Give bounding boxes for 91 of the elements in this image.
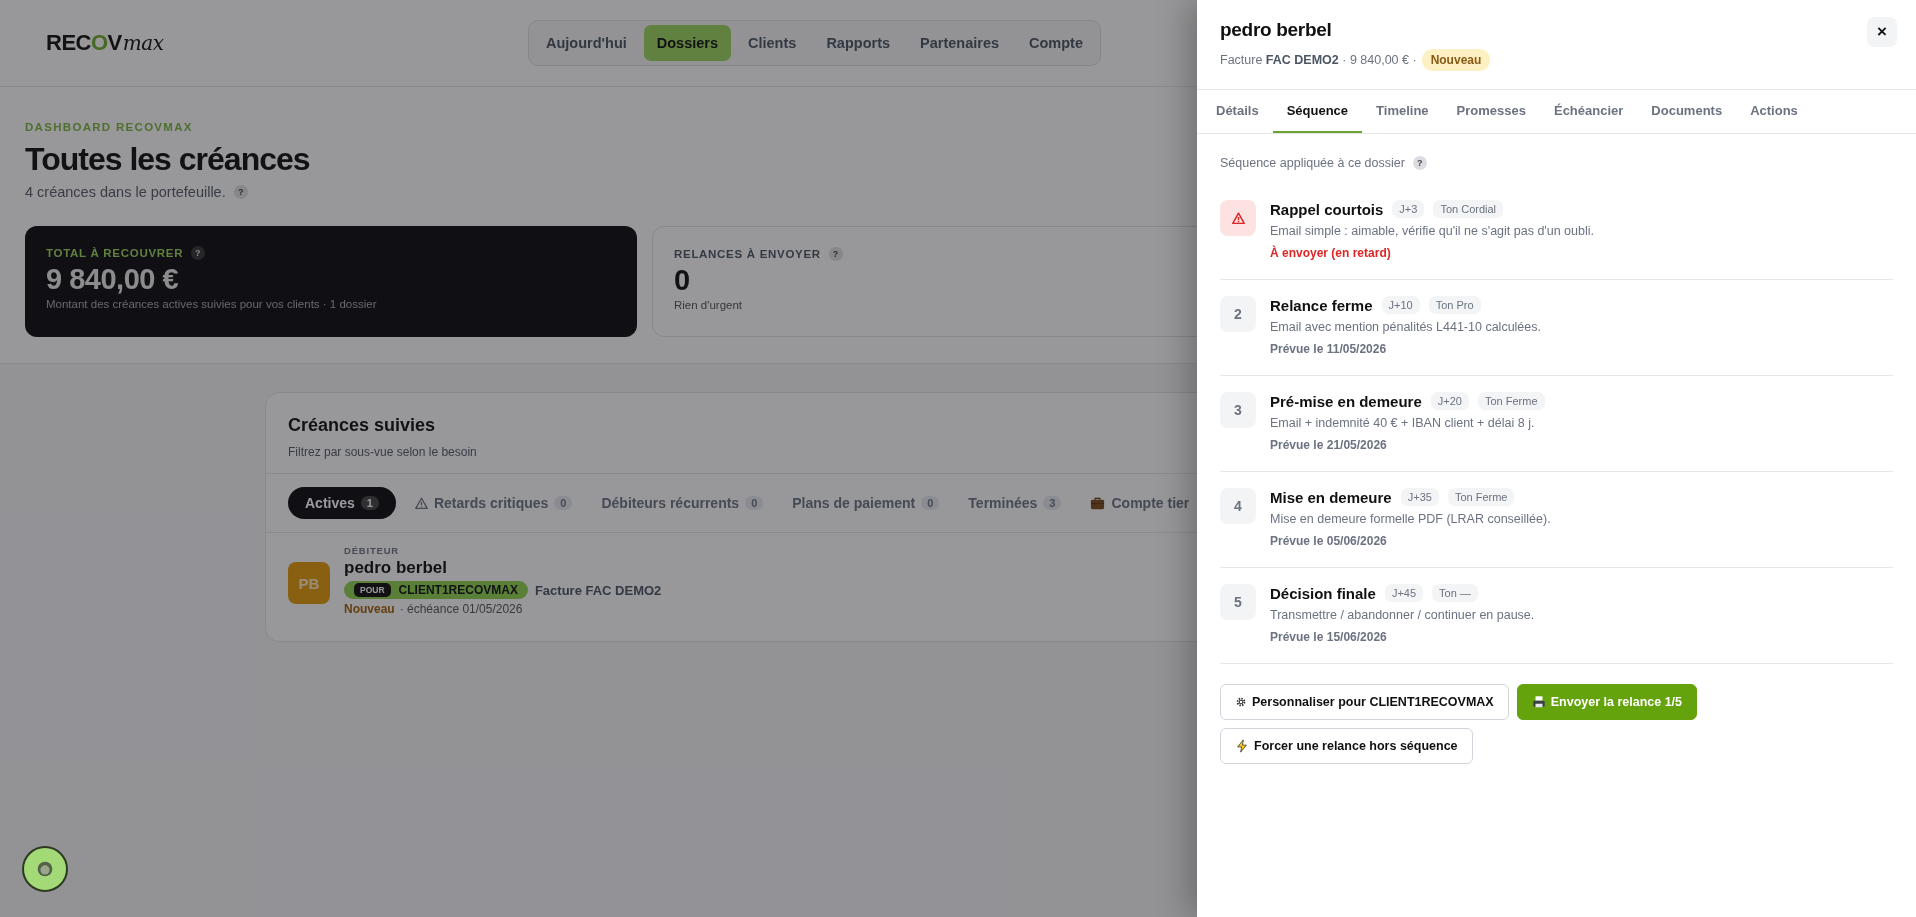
delay-tag: J+10 bbox=[1381, 296, 1420, 314]
gear-icon bbox=[1235, 696, 1247, 708]
panel-tab[interactable]: Échéancier bbox=[1539, 90, 1638, 133]
stat-label: RELANCES À ENVOYER bbox=[674, 248, 821, 260]
filter-tab[interactable]: Actives 1 bbox=[288, 487, 396, 519]
tone-tag: Ton Ferme bbox=[1477, 392, 1545, 410]
count-badge: 1 bbox=[360, 496, 379, 510]
nav-tab[interactable]: Partenaires bbox=[907, 25, 1013, 61]
stat-caption: Montant des créances actives suivies pour vos clients · 1 dossier bbox=[46, 298, 377, 310]
invoice-ref: Facture FAC DEMO2 bbox=[534, 582, 662, 598]
step-title: Pré-mise en demeure bbox=[1270, 392, 1422, 410]
step-status: Prévue le 11/05/2026 bbox=[1270, 342, 1388, 356]
invoice-summary: Facture FAC DEMO2 · 9 840,00 € · bbox=[1220, 53, 1417, 67]
nav-tab[interactable]: Rapports bbox=[813, 25, 904, 61]
warning-icon bbox=[1231, 211, 1245, 225]
panel-tab[interactable]: Actions bbox=[1736, 90, 1812, 133]
action-button[interactable]: Envoyer la relance 1/5 bbox=[1516, 684, 1698, 720]
count-badge: 3 bbox=[1043, 496, 1062, 510]
panel-tab[interactable]: Timeline bbox=[1362, 90, 1443, 133]
panel-tab[interactable]: Détails bbox=[1202, 90, 1273, 133]
step-description: Email simple : aimable, vérifie qu'il ne s'agit pas d'un oubli. bbox=[1270, 224, 1594, 238]
stat-value: 9 840,00 € bbox=[46, 263, 179, 296]
step-number: 4 bbox=[1220, 488, 1256, 524]
filter-tab[interactable]: Compte tier bbox=[1080, 487, 1190, 519]
action-button[interactable]: Forcer une relance hors séquence bbox=[1220, 728, 1473, 764]
logo: RECOVmax bbox=[45, 30, 165, 56]
card-title: Créances suivies bbox=[288, 415, 436, 436]
count-badge: 0 bbox=[554, 496, 573, 510]
step-description: Email avec mention pénalités L441-10 calculées. bbox=[1270, 320, 1541, 334]
warning-icon bbox=[414, 496, 428, 510]
section-eyebrow: DASHBOARD RECOVMAX bbox=[25, 121, 194, 133]
sequence-intro: Séquence appliquée à ce dossier bbox=[1220, 156, 1405, 170]
field-label: DÉBITEUR bbox=[344, 545, 400, 556]
help-icon[interactable]: ? bbox=[191, 246, 206, 260]
count-badge: 0 bbox=[745, 496, 764, 510]
nav-tab[interactable]: Compte bbox=[1016, 25, 1096, 61]
stat-value: 0 bbox=[674, 264, 690, 297]
panel-tab[interactable]: Promesses bbox=[1442, 90, 1540, 133]
step-number: 2 bbox=[1220, 296, 1256, 332]
tone-tag: Ton Pro bbox=[1428, 296, 1481, 314]
tag-label: POUR bbox=[354, 583, 391, 597]
lightning-icon bbox=[1235, 739, 1249, 753]
status-badge: Nouveau bbox=[1421, 49, 1491, 71]
step-status: Prévue le 15/06/2026 bbox=[1270, 630, 1388, 644]
step-status: Prévue le 21/05/2026 bbox=[1270, 438, 1388, 452]
step-number: 5 bbox=[1220, 584, 1256, 620]
panel-tab[interactable]: Séquence bbox=[1272, 90, 1363, 133]
close-button[interactable]: × bbox=[1867, 17, 1897, 47]
step-title: Décision finale bbox=[1270, 584, 1376, 602]
filter-tab[interactable]: Terminées 3 bbox=[958, 487, 1072, 519]
nav-tab[interactable]: Clients bbox=[735, 25, 810, 61]
panel-title: pedro berbel bbox=[1220, 19, 1332, 41]
help-icon[interactable]: ? bbox=[828, 247, 843, 261]
filter-tab[interactable]: Plans de paiement 0 bbox=[782, 487, 950, 519]
step-description: Transmettre / abandonner / continuer en pause. bbox=[1270, 608, 1535, 622]
delay-tag: J+3 bbox=[1392, 200, 1425, 218]
stat-caption: Rien d'urgent bbox=[674, 299, 743, 311]
step-status: Prévue le 05/06/2026 bbox=[1270, 534, 1388, 548]
printer-icon bbox=[1531, 695, 1546, 709]
step-status: À envoyer (en retard) bbox=[1270, 246, 1392, 260]
panel-tab[interactable]: Documents bbox=[1637, 90, 1737, 133]
step-title: Rappel courtois bbox=[1270, 200, 1384, 218]
help-icon[interactable]: ? bbox=[1412, 156, 1427, 170]
filter-tab[interactable]: Débiteurs récurrents 0 bbox=[591, 487, 774, 519]
tone-tag: Ton Ferme bbox=[1447, 488, 1515, 506]
status-text: Nouveau bbox=[344, 602, 395, 616]
card-subtitle: Filtrez par sous-vue selon le besoin bbox=[288, 445, 477, 459]
tone-tag: Ton Cordial bbox=[1433, 200, 1504, 218]
action-button[interactable]: Personnaliser pour CLIENT1RECOVMAX bbox=[1220, 684, 1509, 720]
client-name: CLIENT1RECOVMAX bbox=[398, 583, 518, 597]
step-title: Mise en demeure bbox=[1270, 488, 1392, 506]
nav-tab[interactable]: Dossiers bbox=[643, 25, 732, 61]
due-date: · échéance 01/05/2026 bbox=[399, 602, 523, 616]
count-badge: 0 bbox=[921, 496, 940, 510]
delay-tag: J+35 bbox=[1400, 488, 1439, 506]
delay-tag: J+20 bbox=[1430, 392, 1469, 410]
filter-tab[interactable]: Retards critiques 0 bbox=[404, 487, 583, 519]
help-icon[interactable]: ? bbox=[233, 185, 248, 199]
debtor-name[interactable]: pedro berbel bbox=[344, 558, 662, 578]
page-title: Toutes les créances bbox=[25, 141, 310, 178]
step-number: 3 bbox=[1220, 392, 1256, 428]
step-description: Email + indemnité 40 € + IBAN client + délai 8 j. bbox=[1270, 416, 1536, 430]
nav-tab[interactable]: Aujourd'hui bbox=[533, 25, 640, 61]
step-description: Mise en demeure formelle PDF (LRAR conseillée). bbox=[1270, 512, 1551, 526]
stat-label: TOTAL À RECOUVRER bbox=[46, 247, 184, 259]
step-title: Relance ferme bbox=[1270, 296, 1373, 314]
briefcase-icon bbox=[1090, 495, 1106, 511]
tone-tag: Ton — bbox=[1432, 584, 1478, 602]
avatar: PB bbox=[288, 562, 330, 604]
page-subtitle: 4 créances dans le portefeuille. bbox=[25, 184, 226, 200]
delay-tag: J+45 bbox=[1384, 584, 1424, 602]
